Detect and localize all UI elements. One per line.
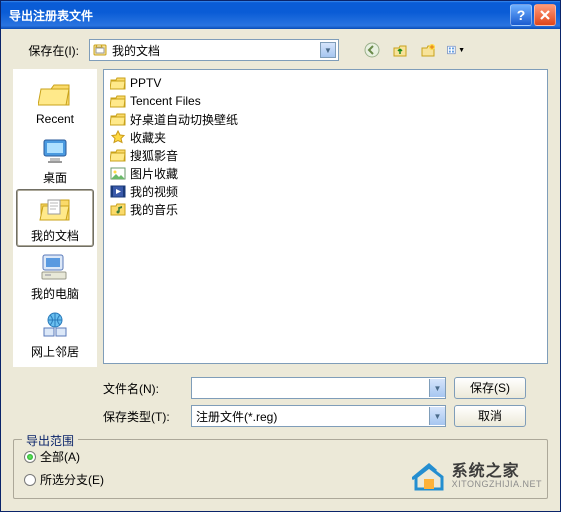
file-name: 我的音乐 xyxy=(130,201,178,218)
list-item[interactable]: PPTV xyxy=(110,74,541,92)
file-name: 我的视频 xyxy=(130,183,178,200)
folder-icon xyxy=(110,93,126,109)
save-button[interactable]: 保存(S) xyxy=(454,377,526,399)
radio-branch-label: 所选分支(E) xyxy=(40,471,104,488)
places-bar: Recent 桌面 我的文档 xyxy=(13,69,97,367)
filetype-dropdown[interactable]: 注册文件(*.reg) ▼ xyxy=(191,405,446,427)
save-in-row: 保存在(I): 我的文档 ▼ ▼ xyxy=(13,39,548,61)
export-range-fieldset: 导出范围 全部(A) 所选分支(E) xyxy=(13,439,548,499)
save-in-text: 我的文档 xyxy=(112,42,320,59)
places-recent-label: Recent xyxy=(36,112,74,126)
radio-icon xyxy=(24,451,36,463)
close-button[interactable] xyxy=(534,4,556,26)
places-recent[interactable]: Recent xyxy=(17,74,93,130)
titlebar[interactable]: 导出注册表文件 ? xyxy=(1,1,560,29)
file-name: PPTV xyxy=(130,76,161,90)
places-network-label: 网上邻居 xyxy=(31,343,79,360)
video-icon xyxy=(110,183,126,199)
save-in-label: 保存在(I): xyxy=(13,42,83,59)
file-list[interactable]: PPTV Tencent Files 好桌道自动切换壁纸 收藏夹 搜狐影音 xyxy=(103,69,548,364)
list-item[interactable]: 搜狐影音 xyxy=(110,146,541,164)
places-desktop-label: 桌面 xyxy=(43,169,67,186)
up-one-level-icon[interactable] xyxy=(391,41,409,59)
pictures-icon xyxy=(110,165,126,181)
music-icon xyxy=(110,201,126,217)
radio-all-label: 全部(A) xyxy=(40,448,80,465)
computer-icon xyxy=(37,251,73,283)
places-network[interactable]: 网上邻居 xyxy=(17,306,93,362)
filetype-label: 保存类型(T): xyxy=(103,408,183,425)
save-in-dropdown[interactable]: 我的文档 ▼ xyxy=(89,39,339,61)
file-name: Tencent Files xyxy=(130,94,201,108)
list-item[interactable]: Tencent Files xyxy=(110,92,541,110)
places-mycomputer-label: 我的电脑 xyxy=(31,285,79,302)
view-menu-icon[interactable]: ▼ xyxy=(447,41,465,59)
radio-selected-branch[interactable]: 所选分支(E) xyxy=(24,471,537,488)
filename-label: 文件名(N): xyxy=(103,380,183,397)
filename-field[interactable] xyxy=(192,378,429,398)
help-button[interactable]: ? xyxy=(510,4,532,26)
star-icon xyxy=(110,129,126,145)
file-name: 搜狐影音 xyxy=(130,147,178,164)
file-name: 收藏夹 xyxy=(130,129,166,146)
chevron-down-icon[interactable]: ▼ xyxy=(320,42,336,58)
back-icon[interactable] xyxy=(363,41,381,59)
file-name: 好桌道自动切换壁纸 xyxy=(130,111,238,128)
list-item[interactable]: 我的音乐 xyxy=(110,200,541,218)
filename-input[interactable]: ▼ xyxy=(191,377,446,399)
places-desktop[interactable]: 桌面 xyxy=(17,132,93,188)
export-range-legend: 导出范围 xyxy=(22,432,78,449)
list-item[interactable]: 收藏夹 xyxy=(110,128,541,146)
folder-icon xyxy=(110,147,126,163)
list-item[interactable]: 我的视频 xyxy=(110,182,541,200)
desktop-icon xyxy=(37,135,73,167)
chevron-down-icon[interactable]: ▼ xyxy=(429,379,445,397)
radio-all[interactable]: 全部(A) xyxy=(24,448,537,465)
cancel-button[interactable]: 取消 xyxy=(454,405,526,427)
chevron-down-icon[interactable]: ▼ xyxy=(429,407,445,425)
places-mycomputer[interactable]: 我的电脑 xyxy=(17,248,93,304)
new-folder-icon[interactable] xyxy=(419,41,437,59)
window-title: 导出注册表文件 xyxy=(5,7,508,24)
nav-icons: ▼ xyxy=(363,41,465,59)
folder-recent-icon xyxy=(37,78,73,110)
places-mydocs[interactable]: 我的文档 xyxy=(17,190,93,246)
folder-icon xyxy=(110,111,126,127)
network-icon xyxy=(37,309,73,341)
mydocs-icon xyxy=(37,193,73,225)
file-name: 图片收藏 xyxy=(130,165,178,182)
list-item[interactable]: 图片收藏 xyxy=(110,164,541,182)
radio-icon xyxy=(24,474,36,486)
filetype-value: 注册文件(*.reg) xyxy=(192,408,429,425)
places-mydocs-label: 我的文档 xyxy=(31,227,79,244)
mydocs-icon xyxy=(92,42,108,58)
export-registry-dialog: 导出注册表文件 ? 保存在(I): 我的文档 ▼ xyxy=(0,0,561,512)
list-item[interactable]: 好桌道自动切换壁纸 xyxy=(110,110,541,128)
folder-icon xyxy=(110,75,126,91)
